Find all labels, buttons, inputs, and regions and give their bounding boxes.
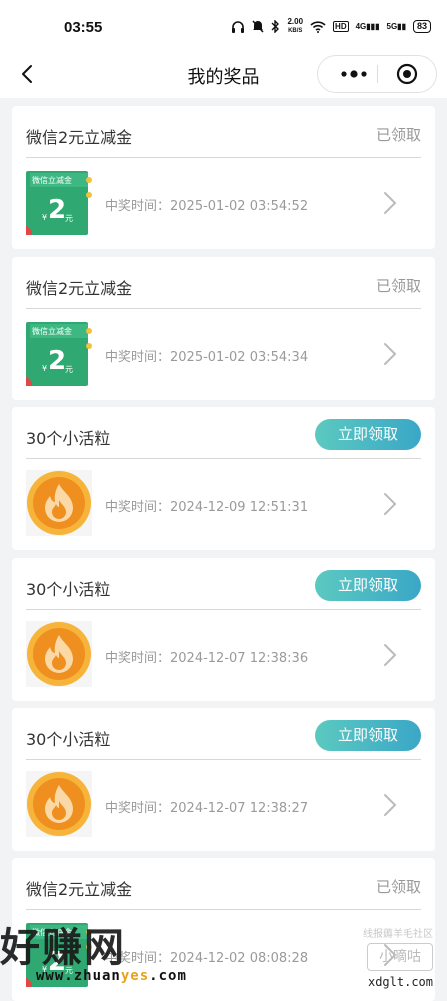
win-time-label: 中奖时间： — [105, 199, 171, 214]
win-time-label: 中奖时间： — [105, 350, 171, 365]
prize-card[interactable]: 30个小活粒 立即领取中奖时间：2024-12-07 12:38:27 — [12, 708, 435, 851]
win-time: 中奖时间：2024-12-07 12:38:36 — [105, 647, 308, 666]
win-time-value: 2025-01-02 03:54:34 — [170, 350, 309, 365]
card-divider — [26, 609, 421, 610]
net-speed: 2.00 KB/S — [287, 18, 303, 35]
flame-coin-icon — [26, 621, 92, 687]
coin-image — [26, 771, 92, 837]
win-time-value: 2024-12-07 12:38:27 — [170, 801, 309, 816]
coin-image — [26, 470, 92, 536]
coin-image — [26, 621, 92, 687]
chevron-right-icon[interactable] — [383, 191, 397, 215]
card-divider — [26, 308, 421, 309]
prize-title: 微信2元立减金 — [26, 880, 133, 899]
voucher-amount: 2 — [48, 195, 67, 225]
card-divider — [26, 909, 421, 910]
win-time-label: 中奖时间： — [105, 651, 171, 666]
net-speed-value: 2.00 — [287, 17, 304, 26]
prize-title: 微信2元立减金 — [26, 128, 133, 147]
prize-title: 30个小活粒 — [26, 429, 111, 448]
flame-coin-icon — [26, 771, 92, 837]
claim-now-button[interactable]: 立即领取 — [315, 419, 421, 450]
voucher-top-label: 微信立减金 — [32, 176, 72, 185]
win-time-value: 2025-01-02 03:54:52 — [170, 199, 309, 214]
prize-title: 30个小活粒 — [26, 580, 111, 599]
win-time: 中奖时间：2025-01-02 03:54:34 — [105, 346, 308, 365]
watermark-url-c: .com — [149, 968, 187, 984]
voucher-amount: 2 — [48, 346, 67, 376]
watermark-url-a: www.zhuan — [36, 968, 121, 984]
voucher-image: 微信立减金 ¥2 元 — [26, 169, 92, 235]
win-time-label: 中奖时间： — [105, 801, 171, 816]
watermark-url: www.zhuanyes.com — [36, 968, 187, 984]
win-time: 中奖时间：2025-01-02 03:54:52 — [105, 195, 308, 214]
net-speed-unit: KB/S — [288, 28, 303, 34]
voucher-unit: 元 — [65, 365, 73, 374]
win-time: 中奖时间：2024-12-02 08:08:28 — [105, 947, 308, 966]
claimed-status: 已领取 — [375, 277, 421, 295]
win-time-label: 中奖时间： — [105, 500, 171, 515]
prize-title: 30个小活粒 — [26, 730, 111, 749]
card-divider — [26, 759, 421, 760]
chevron-right-icon[interactable] — [383, 793, 397, 817]
target-close-icon[interactable] — [396, 63, 418, 85]
prize-card[interactable]: 30个小活粒 立即领取中奖时间：2024-12-09 12:51:31 — [12, 407, 435, 550]
win-time: 中奖时间：2024-12-09 12:51:31 — [105, 496, 308, 515]
win-time-value: 2024-12-07 12:38:36 — [170, 651, 309, 666]
voucher-unit: 元 — [65, 214, 73, 223]
more-dots-icon[interactable] — [334, 64, 374, 84]
claim-now-button[interactable]: 立即领取 — [315, 570, 421, 601]
flame-coin-icon — [26, 470, 92, 536]
signal-4g: 4G▮▮▮ — [355, 22, 380, 31]
prize-card[interactable]: 微信2元立减金 已领取微信立减金 ¥2 元 中奖时间：2025-01-02 03:54:… — [12, 106, 435, 249]
prize-card[interactable]: 30个小活粒 立即领取中奖时间：2024-12-07 12:38:36 — [12, 558, 435, 701]
voucher-image: 微信立减金 ¥2 元 — [26, 320, 92, 386]
prize-title: 微信2元立减金 — [26, 279, 133, 298]
battery-indicator: 83 — [412, 20, 431, 33]
card-divider — [26, 458, 421, 459]
win-time-value: 2024-12-09 12:51:31 — [170, 500, 309, 515]
mute-bell-icon — [252, 20, 265, 33]
claimed-status: 已领取 — [375, 878, 421, 896]
watermark-right-caption: 线报薅羊毛社区 — [363, 929, 433, 940]
headphones-icon — [232, 20, 245, 33]
watermark-brand: 好赚网 — [0, 925, 126, 971]
voucher-currency: ¥ — [42, 213, 48, 222]
bluetooth-icon — [271, 20, 280, 33]
voucher-top-label: 微信立减金 — [32, 327, 72, 336]
win-time-value: 2024-12-02 08:08:28 — [170, 951, 309, 966]
signal-4g-label: 4G — [355, 22, 367, 31]
chevron-right-icon[interactable] — [383, 643, 397, 667]
prize-card[interactable]: 微信2元立减金 已领取微信立减金 ¥2 元 中奖时间：2025-01-02 03:54:… — [12, 257, 435, 400]
chevron-right-icon[interactable] — [383, 492, 397, 516]
status-bar: 03:55 2.00 KB/S HD 4G▮▮▮ 5G▮▮ 83 — [0, 0, 447, 52]
status-icons: 2.00 KB/S HD 4G▮▮▮ 5G▮▮ 83 — [231, 18, 431, 35]
chevron-right-icon[interactable] — [383, 342, 397, 366]
watermark-url-b: yes — [120, 968, 150, 984]
claimed-status: 已领取 — [375, 126, 421, 144]
claim-now-button[interactable]: 立即领取 — [315, 720, 421, 751]
mini-program-capsule — [317, 55, 437, 93]
card-divider — [26, 157, 421, 158]
voucher-currency: ¥ — [42, 364, 48, 373]
watermark-right-logo: 小嘀咕 — [367, 943, 433, 971]
hd-badge: HD — [333, 21, 349, 32]
status-time: 03:55 — [64, 19, 103, 36]
nav-bar: 我的奖品 — [0, 52, 447, 98]
signal-5g: 5G▮▮ — [386, 22, 406, 31]
wifi-icon — [310, 20, 326, 33]
capsule-divider — [377, 65, 378, 83]
signal-5g-label: 5G — [386, 22, 398, 31]
watermark-right-url: xdglt.com — [367, 975, 433, 989]
win-time: 中奖时间：2024-12-07 12:38:27 — [105, 797, 308, 816]
